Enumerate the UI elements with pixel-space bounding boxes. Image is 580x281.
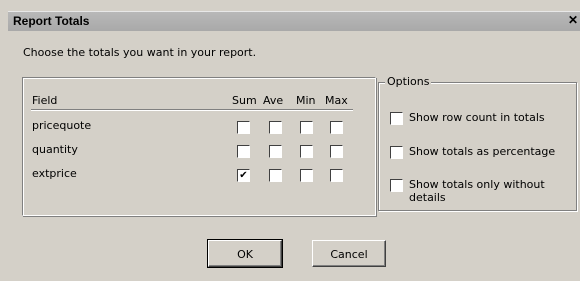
extprice-min-checkbox[interactable] [300,169,313,182]
extprice-ave-checkbox[interactable] [269,169,282,182]
sum-column-header: Sum [232,94,257,107]
dialog-title: Report Totals [13,14,90,28]
report-totals-dialog: Report Totals ✕ Choose the totals you wa… [0,0,580,281]
quantity-sum-checkbox[interactable] [237,145,250,158]
pricequote-ave-checkbox[interactable] [269,121,282,134]
header-divider [31,109,353,111]
max-column-header: Max [325,94,348,107]
show-totals-only-checkbox[interactable] [390,179,403,192]
extprice-sum-checkbox[interactable]: ✔ [237,169,250,182]
title-bar[interactable]: Report Totals ✕ [8,11,580,32]
field-column-header: Field [32,94,58,107]
field-label-quantity: quantity [32,143,78,156]
instructions-text: Choose the totals you want in your repor… [23,46,257,59]
show-percentage-label[interactable]: Show totals as percentage [409,145,555,158]
field-label-extprice: extprice [32,167,77,180]
ok-button[interactable]: OK [207,239,283,268]
options-legend: Options [385,75,432,88]
show-row-count-label[interactable]: Show row count in totals [409,111,545,124]
show-percentage-checkbox[interactable] [390,146,403,159]
show-totals-only-label[interactable]: Show totals only without details [409,178,580,204]
quantity-min-checkbox[interactable] [300,145,313,158]
quantity-max-checkbox[interactable] [330,145,343,158]
quantity-ave-checkbox[interactable] [269,145,282,158]
close-icon[interactable]: ✕ [566,13,580,28]
ave-column-header: Ave [263,94,284,107]
dialog-content: Choose the totals you want in your repor… [8,31,580,281]
field-label-pricequote: pricequote [32,119,92,132]
show-row-count-checkbox[interactable] [390,112,403,125]
pricequote-min-checkbox[interactable] [300,121,313,134]
pricequote-max-checkbox[interactable] [330,121,343,134]
cancel-button[interactable]: Cancel [312,240,386,267]
pricequote-sum-checkbox[interactable] [237,121,250,134]
extprice-max-checkbox[interactable] [330,169,343,182]
min-column-header: Min [296,94,316,107]
